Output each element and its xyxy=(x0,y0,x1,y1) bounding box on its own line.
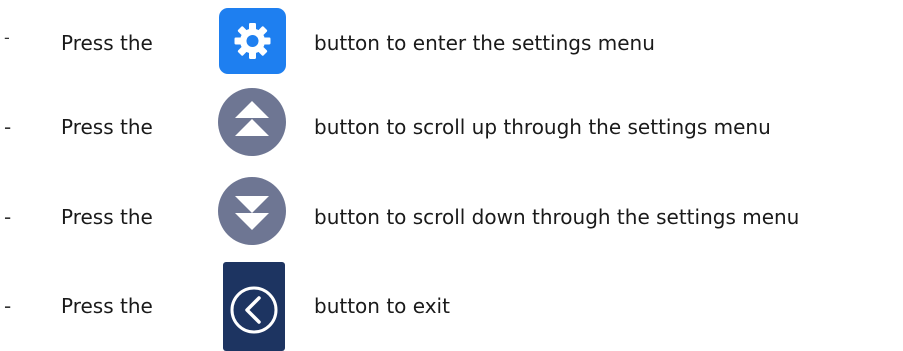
instruction-text: button to scroll down through the settin… xyxy=(314,205,800,229)
scroll-up-button[interactable] xyxy=(218,88,286,156)
instruction-scroll-up: - Press the button to scroll up through … xyxy=(0,85,903,156)
instruction-text: button to scroll up through the settings… xyxy=(314,115,771,139)
gear-icon xyxy=(219,8,286,74)
settings-button[interactable] xyxy=(219,8,286,74)
instruction-prefix: Press the xyxy=(61,205,153,229)
instruction-text: button to exit xyxy=(314,294,450,318)
scroll-down-button[interactable] xyxy=(218,177,286,245)
instruction-prefix: Press the xyxy=(61,294,153,318)
instruction-prefix: Press the xyxy=(61,31,153,55)
bullet-dash: - xyxy=(4,294,12,318)
instruction-settings: - Press the button to enter the settings… xyxy=(0,0,903,74)
back-chevron-icon xyxy=(223,262,285,351)
bullet-dash: - xyxy=(4,28,10,47)
double-chevron-down-icon xyxy=(218,177,286,245)
instruction-exit: - Press the button to exit xyxy=(0,262,903,351)
bullet-dash: - xyxy=(4,205,12,229)
double-chevron-up-icon xyxy=(218,88,286,156)
exit-button[interactable] xyxy=(223,262,285,351)
bullet-dash: - xyxy=(4,115,12,139)
instruction-scroll-down: - Press the button to scroll down throug… xyxy=(0,177,903,247)
instruction-prefix: Press the xyxy=(61,115,153,139)
instruction-text: button to enter the settings menu xyxy=(314,31,655,55)
